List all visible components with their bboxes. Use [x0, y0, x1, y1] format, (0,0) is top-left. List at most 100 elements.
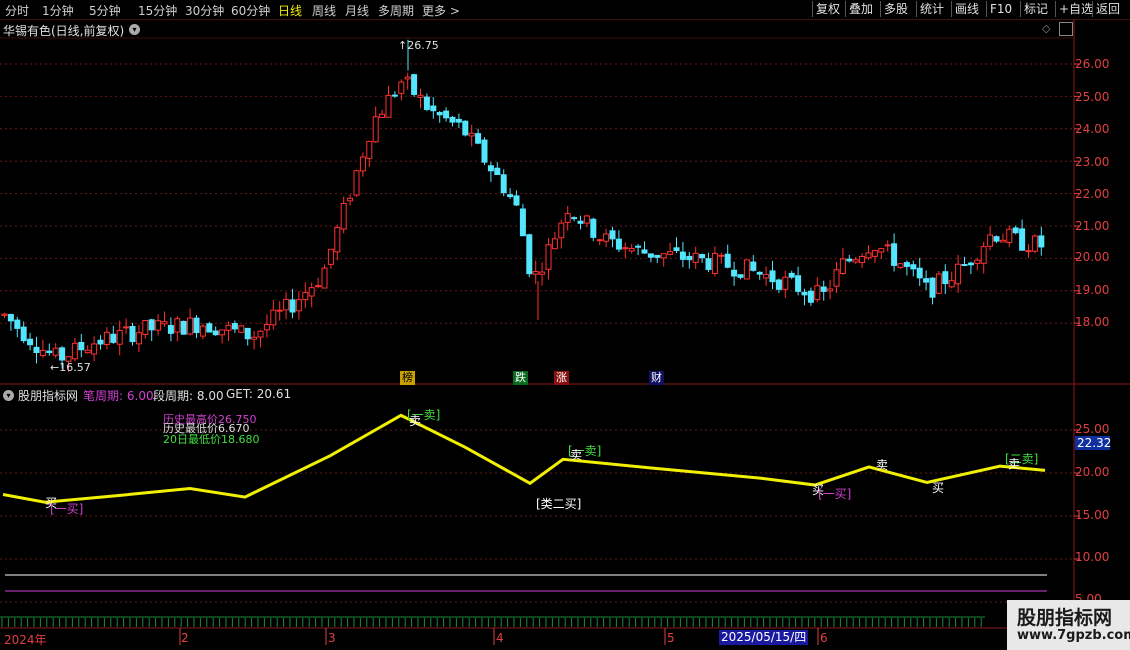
candle-up: [238, 325, 245, 333]
candle-down: [820, 286, 827, 292]
candle-up: [385, 94, 392, 118]
candle-up: [142, 320, 149, 336]
candle-up: [270, 309, 277, 326]
candle-down: [500, 174, 507, 194]
event-marker-rank[interactable]: 榜: [400, 371, 415, 385]
candle-down: [59, 347, 66, 361]
candle-up: [372, 116, 379, 143]
price-tick: 23.00: [1075, 155, 1110, 169]
candle-up: [321, 267, 328, 289]
signal-sell: 卖: [1008, 457, 1021, 471]
candle-up: [833, 269, 840, 287]
candle-down: [571, 217, 578, 220]
candle-up: [539, 271, 546, 275]
candle-up: [667, 251, 674, 255]
candle-up: [353, 170, 360, 196]
candle-down: [795, 275, 802, 292]
candle-up: [366, 140, 373, 159]
indicator-name[interactable]: 股朋指标网: [18, 387, 78, 404]
candle-up: [103, 331, 110, 345]
event-marker-fall[interactable]: 跌: [513, 371, 528, 385]
signal-sell: 卖: [409, 414, 422, 428]
candle-down: [615, 238, 622, 250]
candle-down: [244, 327, 251, 340]
price-tick: 20.00: [1075, 250, 1110, 264]
candle-down: [903, 262, 910, 267]
candle-up: [718, 254, 725, 257]
candle-up: [878, 248, 885, 253]
candle-up: [187, 317, 194, 335]
low-price-label: ←16.57: [50, 361, 91, 374]
candle-down: [110, 333, 117, 343]
candle-down: [97, 339, 104, 345]
candle-down: [756, 271, 763, 275]
candle-up: [251, 336, 258, 340]
candle-up: [52, 347, 59, 356]
candle-down: [455, 118, 462, 123]
candle-up: [711, 252, 718, 274]
candle-down: [731, 269, 738, 277]
candle-up: [161, 321, 168, 325]
candle-down: [148, 319, 155, 331]
candle-up: [468, 132, 475, 137]
candle-up: [622, 247, 629, 250]
candle-down: [679, 251, 686, 260]
candle-up: [308, 287, 315, 297]
candle-up: [884, 244, 891, 247]
candle-down: [654, 254, 661, 258]
candle-down: [78, 341, 85, 351]
candle-up: [257, 330, 264, 338]
candle-up: [199, 325, 206, 337]
candle-down: [801, 291, 808, 296]
candle-up: [1006, 228, 1013, 244]
candle-down: [961, 263, 968, 266]
candle-down: [942, 271, 949, 285]
indicator-tick: 25.00: [1075, 422, 1110, 436]
candle-up: [999, 239, 1006, 243]
candle-up: [551, 238, 558, 250]
candle-up: [263, 324, 270, 331]
candle-up: [814, 285, 821, 301]
candle-down: [750, 261, 757, 271]
candle-up: [935, 273, 942, 294]
signal-class2-buy: [类二买]: [536, 497, 582, 511]
candle-up: [334, 226, 341, 253]
signal-sell: 卖: [876, 458, 889, 472]
event-marker-rise[interactable]: 涨: [554, 371, 569, 385]
date-tick: 6: [820, 631, 828, 645]
candle-up: [692, 252, 699, 263]
candle-down: [641, 249, 648, 254]
candle-up: [763, 274, 770, 279]
indicator-tick: 15.00: [1075, 508, 1110, 522]
candle-up: [596, 239, 603, 242]
candle-up: [827, 288, 834, 292]
candle-up: [315, 285, 322, 288]
candle-up: [123, 326, 130, 329]
watermark-title: 股朋指标网: [1017, 607, 1113, 629]
candle-down: [411, 74, 418, 95]
date-tick: 4: [496, 631, 504, 645]
candle-up: [225, 324, 232, 331]
candle-up: [532, 271, 539, 275]
candle-up: [155, 320, 162, 331]
event-marker-finance[interactable]: 财: [649, 371, 664, 385]
date-tick: 3: [328, 631, 336, 645]
candle-up: [398, 81, 405, 94]
candle-down: [635, 245, 642, 248]
date-tick: 2024年: [4, 633, 47, 647]
candle-up: [871, 250, 878, 257]
candle-up: [859, 256, 866, 264]
price-tick: 25.00: [1075, 90, 1110, 104]
candle-up: [948, 280, 955, 288]
candle-up: [91, 343, 98, 355]
chevron-down-icon[interactable]: ▾: [3, 390, 14, 401]
candle-down: [788, 272, 795, 278]
candle-up: [379, 113, 386, 119]
candle-up: [839, 258, 846, 274]
candle-down: [443, 110, 450, 119]
candle-up: [564, 213, 571, 223]
candle-down: [647, 253, 654, 258]
signal-sell: 卖: [570, 448, 583, 462]
candle-down: [475, 133, 482, 144]
candle-up: [865, 252, 872, 259]
